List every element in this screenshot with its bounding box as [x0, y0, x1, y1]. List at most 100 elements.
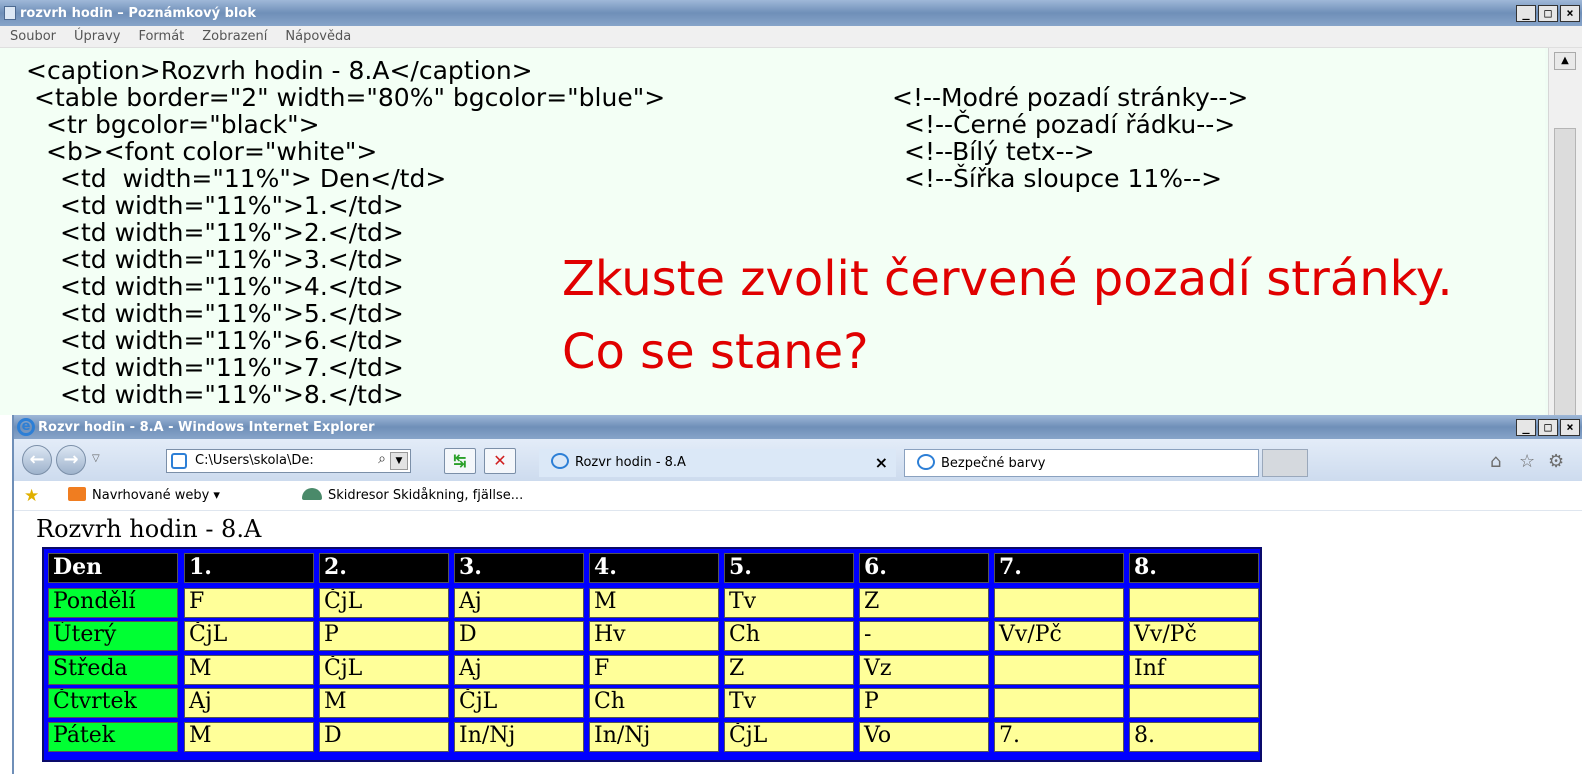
address-bar[interactable]: C:\Users\skola\De: ⌕ ▼ — [166, 449, 411, 473]
table-cell: P — [319, 621, 449, 651]
search-icon[interactable]: ⌕ — [378, 451, 386, 467]
scroll-up-arrow-icon[interactable]: ▲ — [1554, 52, 1576, 70]
address-dropdown-icon[interactable]: ▼ — [390, 452, 408, 470]
new-tab-button[interactable] — [1262, 449, 1308, 477]
ie-navigation-bar: ← → ▽ C:\Users\skola\De: ⌕ ▼ ↹ ✕ Rozvr h… — [14, 439, 1582, 481]
code-line: <td width="11%"> Den</td> — [60, 164, 447, 193]
table-cell: F — [589, 655, 719, 685]
home-icon[interactable]: ⌂ — [1490, 451, 1501, 472]
table-cell: Z — [724, 655, 854, 685]
gear-icon[interactable]: ⚙ — [1548, 451, 1564, 472]
maximize-button[interactable]: □ — [1538, 419, 1558, 436]
site-icon — [302, 488, 322, 500]
table-cell: 8. — [1129, 722, 1259, 752]
table-cell: M — [184, 722, 314, 752]
table-header-cell: 4. — [589, 553, 719, 583]
day-cell: Pondělí — [48, 588, 178, 618]
refresh-icon[interactable]: ↹ — [444, 448, 476, 474]
suggested-sites-icon — [68, 487, 86, 501]
table-cell: Inf — [1129, 655, 1259, 685]
minimize-button[interactable]: _ — [1516, 5, 1536, 22]
code-comment: <!--Bílý tetx--> — [904, 137, 1095, 166]
close-tab-icon[interactable]: × — [875, 449, 888, 477]
table-cell: M — [589, 588, 719, 618]
menu-zobrazeni[interactable]: Zobrazení — [202, 26, 267, 47]
menu-upravy[interactable]: Úpravy — [74, 26, 120, 47]
tab-bezpecne-barvy[interactable]: Bezpečné barvy — [904, 449, 1259, 477]
close-button[interactable]: × — [1560, 5, 1580, 22]
table-header-cell: Den — [48, 553, 178, 583]
table-cell: Aj — [454, 655, 584, 685]
ie-logo-icon: e — [17, 418, 35, 436]
recent-pages-dropdown-icon[interactable]: ▽ — [92, 453, 100, 464]
table-cell: F — [184, 588, 314, 618]
code-line: <td width="11%">5.</td> — [60, 299, 404, 328]
table-cell: Tv — [724, 588, 854, 618]
table-cell: ČjL — [184, 621, 314, 651]
tab-rozvrh-hodin[interactable]: Rozvr hodin - 8.A × — [539, 449, 896, 477]
table-cell: P — [859, 688, 989, 718]
day-cell: Úterý — [48, 621, 178, 651]
favorites-star-icon[interactable]: ☆ — [1519, 451, 1535, 472]
table-header-cell: 5. — [724, 553, 854, 583]
menu-format[interactable]: Formát — [138, 26, 184, 47]
table-cell: In/Nj — [454, 722, 584, 752]
table-cell: M — [184, 655, 314, 685]
favorite-link-label: Skidresor Skidåkning, fjällse... — [328, 488, 524, 503]
table-cell: M — [319, 688, 449, 718]
ie-page-content: Rozvrh hodin - 8.A Den 1. 2. 3. 4. 5. 6. 7. 8. Po… — [14, 512, 1582, 774]
address-value: C:\Users\skola\De: — [195, 453, 314, 468]
table-cell: 7. — [994, 722, 1124, 752]
code-comment: <!--Šířka sloupce 11%--> — [904, 164, 1223, 193]
table-cell: Vv/Pč — [1129, 621, 1259, 651]
code-line: <td width="11%">8.</td> — [60, 380, 404, 409]
scroll-thumb[interactable] — [1554, 128, 1576, 418]
overlay-question: Co se stane? — [562, 324, 869, 380]
maximize-button[interactable]: □ — [1538, 5, 1558, 22]
table-cell — [994, 688, 1124, 718]
table-cell: D — [454, 621, 584, 651]
code-line: <caption>Rozvrh hodin - 8.A</caption> — [26, 56, 533, 85]
notepad-text-area[interactable]: <caption>Rozvrh hodin - 8.A</caption> <t… — [0, 48, 1545, 415]
code-line: <td width="11%">6.</td> — [60, 326, 404, 355]
code-line: <tr bgcolor="black"> — [46, 110, 320, 139]
minimize-button[interactable]: _ — [1516, 419, 1536, 436]
code-comment: <!--Černé pozadí řádku--> — [904, 110, 1236, 139]
table-cell: ČjL — [724, 722, 854, 752]
ie-window: e Rozvr hodin - 8.A - Windows Internet E… — [12, 415, 1582, 774]
table-cell: D — [319, 722, 449, 752]
code-line: <td width="11%">1.</td> — [60, 191, 404, 220]
ie-title-bar[interactable]: e Rozvr hodin - 8.A - Windows Internet E… — [14, 415, 1582, 439]
table-cell: Vo — [859, 722, 989, 752]
table-header-cell: 6. — [859, 553, 989, 583]
table-cell — [994, 655, 1124, 685]
tab-ie-icon — [917, 454, 935, 470]
close-button[interactable]: × — [1560, 419, 1580, 436]
table-cell: Ch — [724, 621, 854, 651]
table-cell: Hv — [589, 621, 719, 651]
table-cell — [994, 588, 1124, 618]
favorites-icon[interactable]: ★ — [24, 481, 39, 511]
notepad-title-bar[interactable]: rozvrh hodin – Poznámkový blok _ □ × — [0, 0, 1582, 26]
menu-napoveda[interactable]: Nápověda — [285, 26, 351, 47]
table-cell: Tv — [724, 688, 854, 718]
table-cell: Aj — [184, 688, 314, 718]
table-cell: Vv/Pč — [994, 621, 1124, 651]
code-line: <b><font color="white"> — [46, 137, 378, 166]
menu-soubor[interactable]: Soubor — [10, 26, 56, 47]
code-line: <table border="2" width="80%" bgcolor="b… — [34, 83, 666, 112]
code-line: <td width="11%">3.</td> — [60, 245, 404, 274]
day-cell: Pátek — [48, 722, 178, 752]
back-arrow-icon[interactable]: ← — [22, 445, 52, 475]
notepad-window: rozvrh hodin – Poznámkový blok _ □ × Sou… — [0, 0, 1582, 418]
favorite-link-skidresor[interactable]: Skidresor Skidåkning, fjällse... — [302, 481, 523, 511]
forward-arrow-icon[interactable]: → — [56, 445, 86, 475]
day-cell: Středa — [48, 655, 178, 685]
table-cell: Vz — [859, 655, 989, 685]
overlay-instruction: Zkuste zvolit červené pozadí stránky. — [562, 251, 1453, 307]
stop-icon[interactable]: ✕ — [484, 448, 516, 474]
notepad-scrollbar[interactable]: ▲ — [1548, 48, 1582, 418]
schedule-table: Den 1. 2. 3. 4. 5. 6. 7. 8. Pondělí F ČjL Aj M Tv Z Úter… — [42, 547, 1262, 762]
suggested-sites-button[interactable]: Navrhované weby ▾ — [68, 481, 220, 511]
tab-ie-icon — [551, 453, 569, 469]
